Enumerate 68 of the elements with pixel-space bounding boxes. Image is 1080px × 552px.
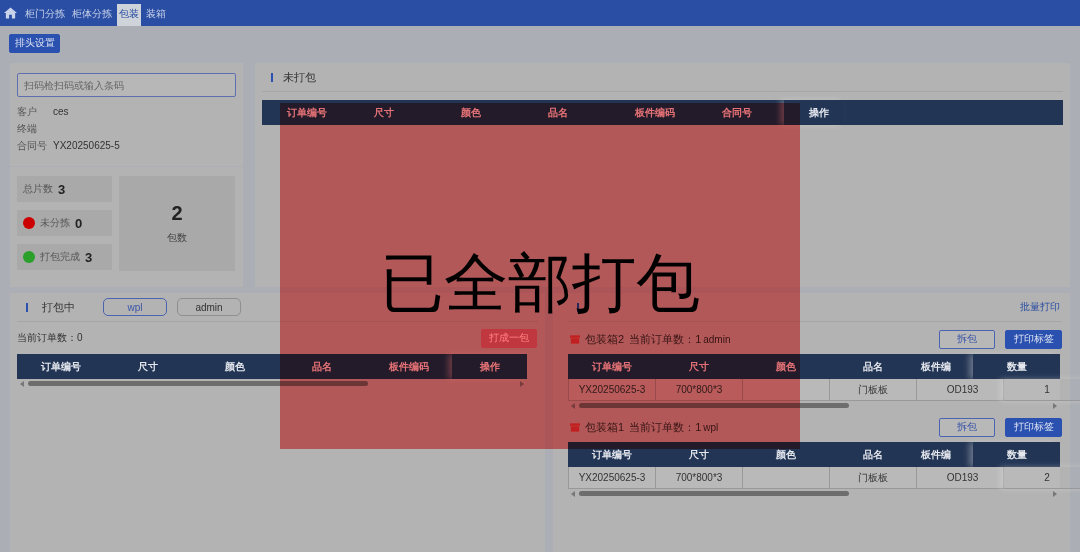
column-header: 订单编号 xyxy=(590,447,633,462)
column-header: 订单编号 xyxy=(286,105,328,120)
table-cell: 1 xyxy=(1004,379,1080,401)
column-header: 颜色 xyxy=(774,447,797,462)
panel-title: 打包中 xyxy=(42,299,75,315)
nav-tab[interactable]: 包装 xyxy=(117,4,141,26)
table-cell: 门板板 xyxy=(830,379,917,401)
box-name: 包装箱2 xyxy=(585,331,625,347)
unpack-button[interactable]: 拆包 xyxy=(939,329,995,349)
order-count: 当前订单数：1 xyxy=(629,331,702,347)
package-count-label: 包数 xyxy=(167,231,187,245)
stat-value: 3 xyxy=(85,249,93,265)
alert-message: 已全部打包 xyxy=(380,246,700,315)
column-header: 订单编号 xyxy=(39,359,82,374)
print-label-button[interactable]: 打印标签 xyxy=(1005,417,1062,437)
info-value: ces xyxy=(53,106,69,117)
package-count: 2 xyxy=(171,202,183,225)
nav-tab[interactable]: 装箱 xyxy=(144,4,168,26)
panel-title: 未打包 xyxy=(283,69,316,85)
unpack-button[interactable]: 拆包 xyxy=(939,417,995,437)
column-header: 品名 xyxy=(861,447,884,462)
nav-tab[interactable]: 柜门分拣 xyxy=(23,4,67,26)
box-user: wpl xyxy=(703,421,719,433)
info-label: 合同号 xyxy=(17,138,48,153)
column-header: 尺寸 xyxy=(687,359,710,374)
column-header: 尺寸 xyxy=(687,447,710,462)
column-header: 板件编码 xyxy=(387,359,430,374)
stat-value: 0 xyxy=(75,215,83,231)
user-tab[interactable]: wpl xyxy=(103,298,167,316)
barcode-input[interactable]: 扫码枪扫码或输入条码 xyxy=(17,73,236,97)
stat-value: 3 xyxy=(58,181,66,197)
order-count: 当前订单数：0 xyxy=(17,331,83,345)
table-cell: YX20250625-3 xyxy=(569,467,656,489)
batch-print-link[interactable]: 批量打印 xyxy=(1020,300,1060,314)
user-tab[interactable]: admin xyxy=(177,298,241,316)
table-cell: OD193 xyxy=(917,467,1004,489)
column-header: 合同号 xyxy=(721,105,753,120)
column-header: 颜色 xyxy=(223,359,246,374)
home-icon[interactable] xyxy=(4,7,17,19)
table-cell: 2 xyxy=(1004,467,1080,489)
column-header: 板件编码 xyxy=(634,105,676,120)
column-header: 板件编 xyxy=(920,359,952,374)
column-header: 品名 xyxy=(547,105,569,120)
column-header: 颜色 xyxy=(460,105,482,120)
table-cell: OD193 xyxy=(917,379,1004,401)
column-header: 尺寸 xyxy=(136,359,159,374)
info-label: 终端 xyxy=(17,121,38,136)
column-header: 颜色 xyxy=(774,359,797,374)
column-header: 订单编号 xyxy=(590,359,633,374)
column-header: 数量 xyxy=(973,442,1060,467)
table-cell: 门板板 xyxy=(830,467,917,489)
box-user: admin xyxy=(703,333,731,345)
stat-label: 总片数 xyxy=(23,182,53,196)
print-label-button[interactable]: 打印标签 xyxy=(1005,329,1062,349)
column-header: 品名 xyxy=(861,359,884,374)
nav-tab[interactable]: 柜体分拣 xyxy=(70,4,114,26)
header-settings-button[interactable]: 排头设置 xyxy=(9,33,60,53)
info-label: 客户 xyxy=(17,104,38,119)
stat-label: 打包完成 xyxy=(40,250,80,264)
box-name: 包装箱1 xyxy=(585,419,625,435)
column-header: 板件编 xyxy=(920,447,952,462)
column-header: 尺寸 xyxy=(373,105,395,120)
column-header: 数量 xyxy=(973,354,1060,379)
stat-label: 未分拣 xyxy=(40,216,70,230)
table-cell: 700*800*3 xyxy=(656,467,743,489)
info-value: YX20250625-5 xyxy=(53,140,120,151)
order-count: 当前订单数：1 xyxy=(629,419,702,435)
column-header: 品名 xyxy=(310,359,333,374)
